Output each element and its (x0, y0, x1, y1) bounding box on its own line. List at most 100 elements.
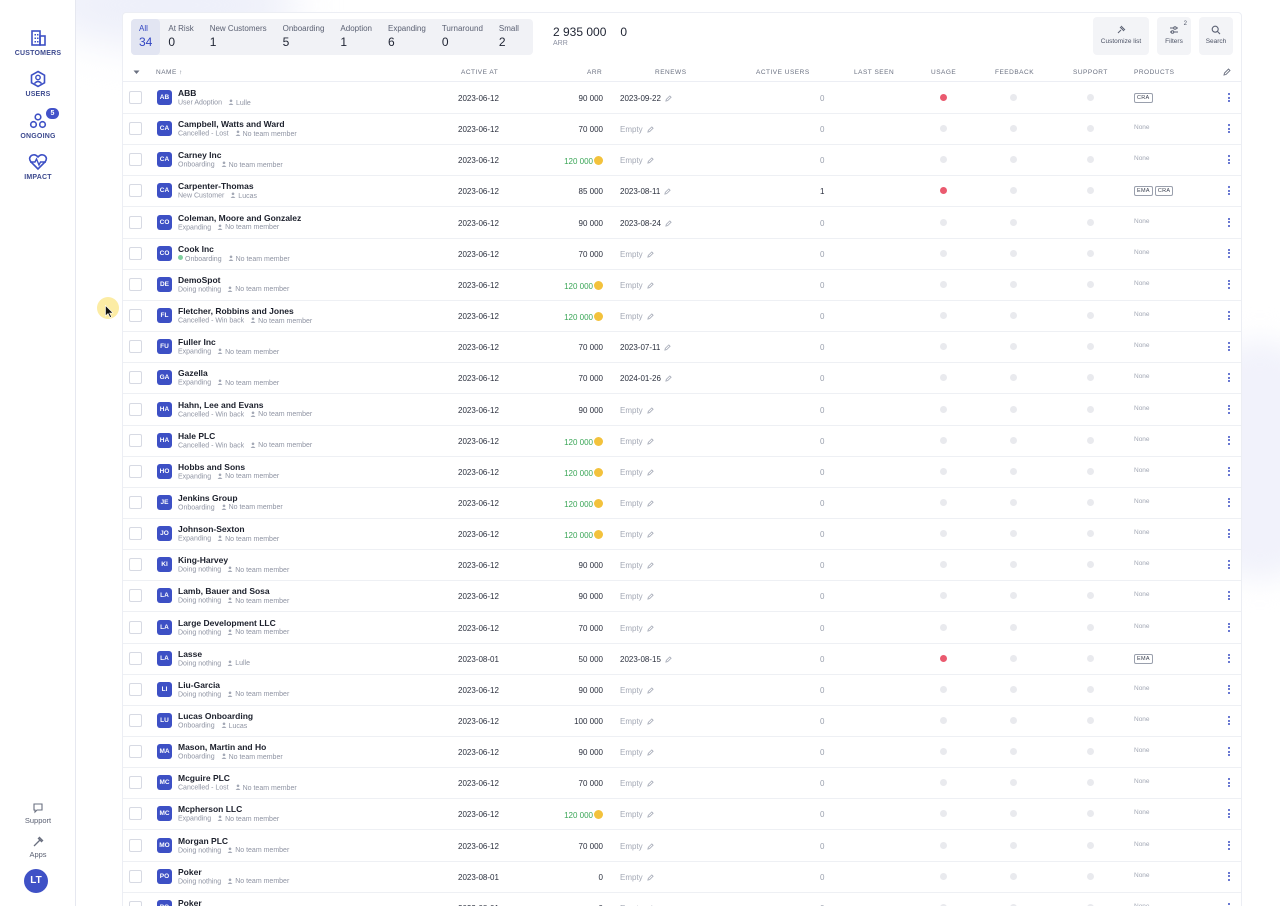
table-row[interactable]: AB ABB User Adoption Lulle 2023-06-12 90 000 2… (123, 83, 1241, 114)
column-header-active-at[interactable]: ACTIVE AT (461, 69, 498, 76)
pencil-icon[interactable] (647, 749, 654, 756)
row-checkbox[interactable] (129, 122, 142, 136)
row-checkbox[interactable] (129, 838, 142, 852)
row-menu-button[interactable] (1227, 93, 1231, 104)
row-checkbox[interactable] (129, 402, 142, 416)
customer-name[interactable]: Jenkins Group (178, 493, 238, 503)
pencil-icon[interactable] (647, 313, 654, 320)
pencil-icon[interactable] (665, 656, 672, 663)
renews-cell[interactable]: Empty (620, 406, 654, 415)
sidebar-item-users[interactable]: USERS (0, 70, 76, 98)
table-row[interactable]: MA Mason, Martin and Ho Onboarding No team … (123, 737, 1241, 769)
customer-name[interactable]: Carpenter-Thomas (178, 181, 254, 191)
renews-cell[interactable]: Empty (620, 810, 654, 819)
customer-name[interactable]: DemoSpot (178, 275, 221, 285)
column-header-last-seen[interactable]: LAST SEEN (854, 69, 894, 76)
table-row[interactable]: CO Coleman, Moore and Gonzalez Expanding No… (123, 208, 1241, 239)
table-row[interactable]: CA Campbell, Watts and Ward Cancelled - Lo… (123, 114, 1241, 146)
user-avatar[interactable]: LT (24, 869, 48, 893)
renews-cell[interactable]: Empty (620, 281, 654, 290)
filter-tab-small[interactable]: Small 2 (491, 19, 527, 55)
row-checkbox[interactable] (129, 869, 142, 883)
row-checkbox[interactable] (129, 527, 142, 541)
customer-name[interactable]: Mcpherson LLC (178, 804, 242, 814)
table-row[interactable]: LI Liu-Garcia Doing nothing No team member 2… (123, 675, 1241, 706)
pencil-icon[interactable] (647, 500, 654, 507)
renews-cell[interactable]: Empty (620, 686, 654, 695)
row-checkbox[interactable] (129, 277, 142, 291)
row-menu-button[interactable] (1227, 622, 1231, 634)
pencil-icon[interactable] (647, 437, 654, 445)
row-checkbox[interactable] (129, 246, 142, 260)
pencil-icon[interactable] (647, 718, 654, 725)
sidebar-item-impact[interactable]: IMPACT (0, 153, 76, 181)
filter-tab-new-customers[interactable]: New Customers 1 (202, 19, 275, 55)
column-header-name[interactable]: NAME ↑ (156, 69, 183, 76)
renews-cell[interactable]: Empty (620, 748, 654, 757)
renews-cell[interactable]: Empty (620, 561, 654, 570)
customer-name[interactable]: Large Development LLC (178, 618, 276, 628)
row-menu-button[interactable] (1227, 497, 1231, 509)
filter-tab-adoption[interactable]: Adoption 1 (332, 19, 380, 55)
customer-name[interactable]: Fletcher, Robbins and Jones (178, 306, 294, 316)
row-checkbox[interactable] (129, 153, 142, 167)
filter-tab-turnaround[interactable]: Turnaround 0 (434, 19, 491, 55)
table-row[interactable]: MC Mcpherson LLC Expanding No team member 20… (123, 799, 1241, 831)
renews-cell[interactable]: Empty (620, 779, 654, 788)
row-checkbox[interactable] (129, 464, 142, 478)
pencil-icon[interactable] (647, 874, 654, 881)
row-menu-button[interactable] (1227, 560, 1231, 571)
sidebar-item-ongoing[interactable]: 5 ONGOING (0, 108, 76, 140)
renews-cell[interactable]: 2024-01-26 (620, 374, 672, 383)
row-menu-button[interactable] (1227, 778, 1231, 789)
customer-name[interactable]: King-Harvey (178, 555, 228, 565)
filter-tab-at-risk[interactable]: At Risk 0 (160, 19, 201, 55)
sidebar-item-customers[interactable]: CUSTOMERS (0, 29, 76, 57)
row-menu-button[interactable] (1227, 217, 1231, 229)
row-menu-button[interactable] (1227, 747, 1231, 758)
row-menu-button[interactable] (1227, 342, 1231, 353)
pencil-icon[interactable] (647, 282, 654, 289)
row-checkbox[interactable] (129, 433, 142, 447)
customer-name[interactable]: Hale PLC (178, 431, 215, 441)
row-menu-button[interactable] (1227, 404, 1231, 416)
table-row[interactable]: DE DemoSpot Doing nothing No team member 202… (123, 270, 1241, 301)
table-row[interactable]: HO Hobbs and Sons Expanding No team member 2… (123, 457, 1241, 488)
row-checkbox[interactable] (129, 651, 142, 665)
pencil-icon[interactable] (647, 251, 654, 258)
customer-name[interactable]: Campbell, Watts and Ward (178, 119, 285, 129)
row-menu-button[interactable] (1227, 840, 1231, 852)
pencil-icon[interactable] (647, 593, 654, 601)
row-checkbox[interactable] (129, 776, 142, 790)
pencil-icon[interactable] (647, 562, 654, 569)
row-checkbox[interactable] (129, 184, 142, 198)
row-checkbox[interactable] (129, 340, 142, 354)
renews-cell[interactable]: 2023-08-24 (620, 219, 672, 228)
table-row[interactable]: KI King-Harvey Doing nothing No team member… (123, 550, 1241, 582)
renews-cell[interactable]: Empty (620, 842, 654, 851)
table-row[interactable]: POPokerDoing nothingNo team member2023-0… (123, 893, 1241, 906)
renews-cell[interactable]: Empty (620, 156, 654, 165)
row-checkbox[interactable] (129, 589, 142, 603)
customer-name[interactable]: Morgan PLC (178, 836, 228, 846)
customer-name[interactable]: Lasse (178, 649, 202, 659)
customize-list-button[interactable]: Customize list (1093, 17, 1149, 55)
customer-name[interactable]: Johnson-Sexton (178, 524, 245, 534)
pencil-icon[interactable] (647, 406, 654, 414)
table-row[interactable]: FU Fuller Inc Expanding No team member 2023-… (123, 332, 1241, 364)
pencil-icon[interactable] (647, 780, 654, 787)
renews-cell[interactable]: Empty (620, 437, 654, 446)
table-row[interactable]: MO Morgan PLC Doing nothing No team member 2… (123, 831, 1241, 862)
pencil-icon[interactable] (665, 95, 672, 102)
table-row[interactable]: CA Carpenter-Thomas New Customer Lucas 2023-… (123, 176, 1241, 208)
pencil-icon[interactable] (647, 126, 654, 133)
filter-tab-expanding[interactable]: Expanding 6 (380, 19, 434, 55)
customer-name[interactable]: Lamb, Bauer and Sosa (178, 586, 270, 596)
table-row[interactable]: MC Mcguire PLC Cancelled - Lost No team mem… (123, 768, 1241, 800)
row-checkbox[interactable] (129, 371, 142, 385)
renews-cell[interactable]: Empty (620, 468, 654, 477)
renews-cell[interactable]: Empty (620, 624, 654, 633)
customer-name[interactable]: Lucas Onboarding (178, 711, 253, 721)
renews-cell[interactable]: Empty (620, 592, 654, 601)
row-checkbox[interactable] (129, 558, 142, 572)
